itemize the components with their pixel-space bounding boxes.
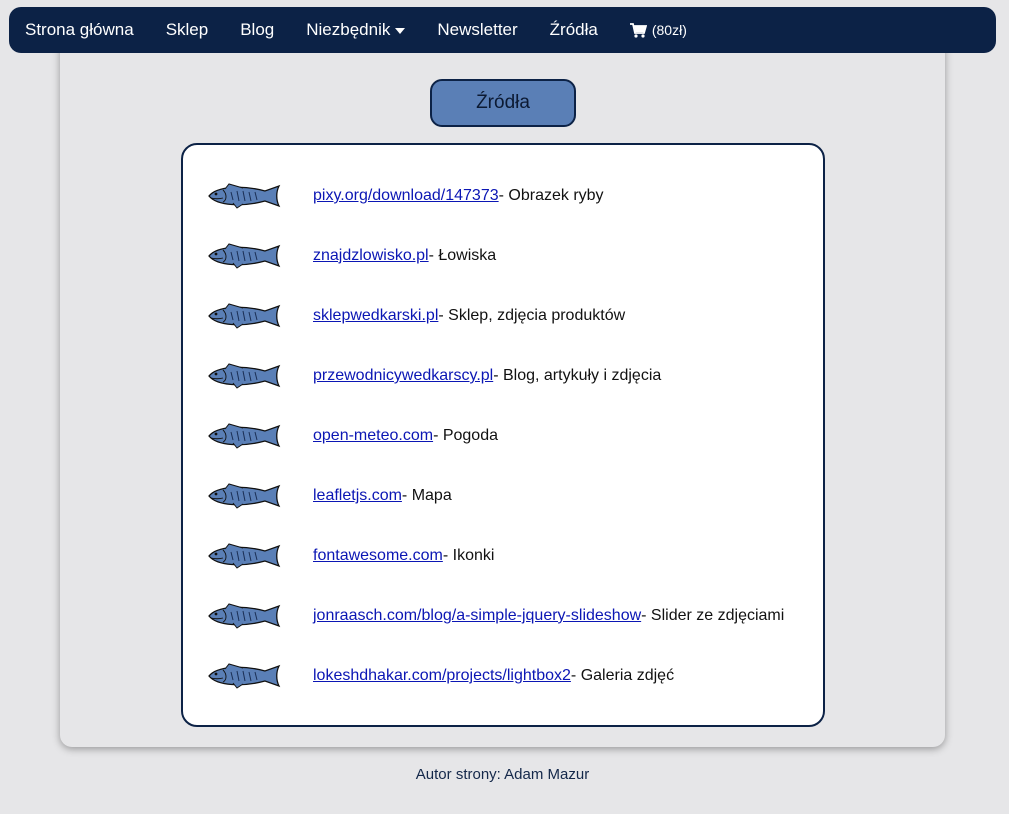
source-link[interactable]: sklepwedkarski.pl <box>313 307 438 324</box>
caret-down-icon <box>395 28 406 34</box>
sources-list: pixy.org/download/147373- Obrazek ryby zn… <box>181 143 825 727</box>
fish-icon <box>203 542 285 570</box>
fish-icon <box>203 602 285 630</box>
source-description: - Blog, artykuły i zdjęcia <box>493 367 662 384</box>
nav-dropdown-label: Niezbędnik <box>306 20 391 39</box>
source-text: pixy.org/download/147373- Obrazek ryby <box>313 187 604 205</box>
source-description: - Galeria zdjęć <box>570 667 675 684</box>
fish-icon <box>203 662 285 690</box>
source-text: leafletjs.com- Mapa <box>313 487 452 505</box>
main-navbar: Strona główna Sklep Blog Niezbędnik News… <box>9 7 996 53</box>
nav-link-sources[interactable]: Źródła <box>534 20 614 40</box>
source-description: - Slider ze zdjęciami <box>641 607 785 624</box>
source-description: - Ikonki <box>442 547 495 564</box>
source-link[interactable]: pixy.org/download/147373 <box>313 187 499 204</box>
source-item: jonraasch.com/blog/a-simple-jquery-slide… <box>183 601 823 631</box>
source-item: leafletjs.com- Mapa <box>183 481 823 511</box>
source-link[interactable]: leafletjs.com <box>313 487 402 504</box>
source-description: - Obrazek ryby <box>498 187 604 204</box>
source-link[interactable]: fontawesome.com <box>313 547 443 564</box>
fish-icon <box>203 362 285 390</box>
source-text: fontawesome.com- Ikonki <box>313 547 494 565</box>
nav-cart[interactable]: (80zł) <box>614 22 703 38</box>
source-link[interactable]: jonraasch.com/blog/a-simple-jquery-slide… <box>313 607 641 624</box>
nav-link-home[interactable]: Strona główna <box>25 20 150 40</box>
source-text: przewodnicywedkarscy.pl- Blog, artykuły … <box>313 367 661 385</box>
source-item: open-meteo.com- Pogoda <box>183 421 823 451</box>
shopping-cart-icon <box>629 22 647 38</box>
source-item: fontawesome.com- Ikonki <box>183 541 823 571</box>
source-description: - Sklep, zdjęcia produktów <box>438 307 626 324</box>
page-title: Źródła <box>430 79 576 127</box>
source-description: - Mapa <box>401 487 452 504</box>
source-link[interactable]: znajdzlowisko.pl <box>313 247 429 264</box>
nav-link-blog[interactable]: Blog <box>224 20 290 40</box>
source-description: - Pogoda <box>433 427 498 444</box>
source-item: sklepwedkarski.pl- Sklep, zdjęcia produk… <box>183 301 823 331</box>
source-link[interactable]: open-meteo.com <box>313 427 433 444</box>
fish-icon <box>203 182 285 210</box>
fish-icon <box>203 422 285 450</box>
fish-icon <box>203 482 285 510</box>
source-link[interactable]: lokeshdhakar.com/projects/lightbox2 <box>313 667 571 684</box>
source-item: pixy.org/download/147373- Obrazek ryby <box>183 181 823 211</box>
cart-total: (80zł) <box>651 22 687 38</box>
source-text: open-meteo.com- Pogoda <box>313 427 498 445</box>
source-text: znajdzlowisko.pl- Łowiska <box>313 247 496 265</box>
source-link[interactable]: przewodnicywedkarscy.pl <box>313 367 493 384</box>
nav-link-shop[interactable]: Sklep <box>150 20 225 40</box>
source-item: lokeshdhakar.com/projects/lightbox2- Gal… <box>183 661 823 691</box>
source-item: znajdzlowisko.pl- Łowiska <box>183 241 823 271</box>
source-item: przewodnicywedkarscy.pl- Blog, artykuły … <box>183 361 823 391</box>
fish-icon <box>203 302 285 330</box>
footer-author: Autor strony: Adam Mazur <box>415 766 590 783</box>
source-description: - Łowiska <box>428 247 497 264</box>
nav-link-newsletter[interactable]: Newsletter <box>421 20 533 40</box>
source-text: lokeshdhakar.com/projects/lightbox2- Gal… <box>313 667 674 685</box>
nav-dropdown-essentials[interactable]: Niezbędnik <box>290 20 421 40</box>
fish-icon <box>203 242 285 270</box>
source-text: jonraasch.com/blog/a-simple-jquery-slide… <box>313 607 784 625</box>
source-text: sklepwedkarski.pl- Sklep, zdjęcia produk… <box>313 307 625 325</box>
